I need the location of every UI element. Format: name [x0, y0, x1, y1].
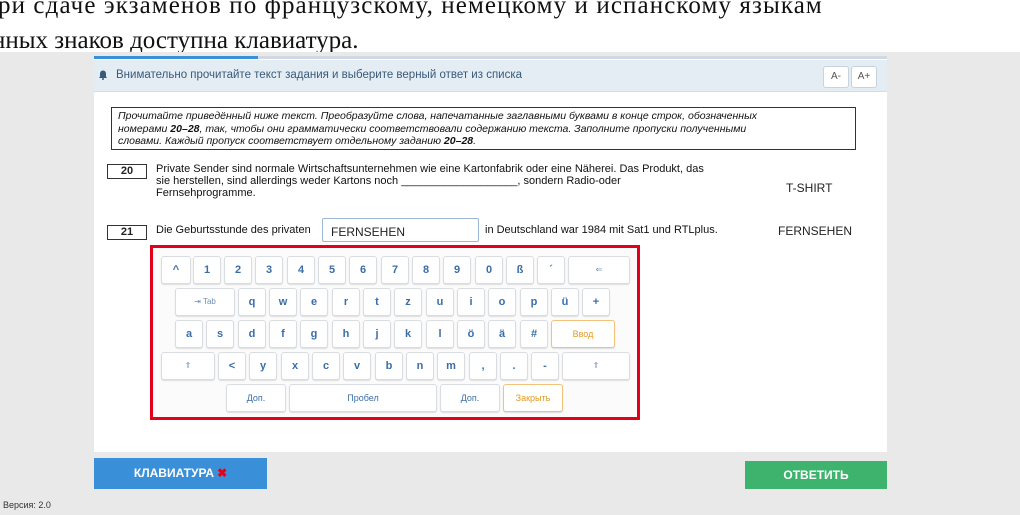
extra-right-key[interactable]: Доп.	[440, 384, 500, 412]
key-8[interactable]: 8	[412, 256, 440, 284]
key-a-umlaut[interactable]: ä	[488, 320, 516, 348]
key-e[interactable]: e	[300, 288, 328, 316]
key-caret[interactable]: ^	[161, 256, 191, 284]
tab-key[interactable]: ⇥ Tab	[175, 288, 235, 316]
bell-icon	[99, 70, 107, 80]
instruction-bar: Внимательно прочитайте текст задания и в…	[94, 60, 887, 92]
progress-line	[94, 56, 887, 59]
question-21-source-word: FERNSEHEN	[778, 224, 853, 238]
key-p[interactable]: p	[520, 288, 548, 316]
key-z[interactable]: z	[394, 288, 422, 316]
key-t[interactable]: t	[363, 288, 391, 316]
key-v[interactable]: v	[343, 352, 371, 380]
key-minus[interactable]: -	[531, 352, 559, 380]
key-x[interactable]: x	[281, 352, 309, 380]
backspace-key[interactable]: ⇐	[568, 256, 630, 284]
key-m[interactable]: m	[437, 352, 465, 380]
instruction-text: Внимательно прочитайте текст задания и в…	[116, 69, 523, 81]
key-h[interactable]: h	[332, 320, 360, 348]
key-s[interactable]: s	[206, 320, 234, 348]
key-g[interactable]: g	[300, 320, 328, 348]
key-plus[interactable]: +	[582, 288, 610, 316]
key-hash[interactable]: #	[520, 320, 548, 348]
key-o-umlaut[interactable]: ö	[457, 320, 485, 348]
key-less-than[interactable]: <	[218, 352, 246, 380]
extra-left-key[interactable]: Доп.	[226, 384, 286, 412]
key-d[interactable]: d	[238, 320, 266, 348]
key-r[interactable]: r	[332, 288, 360, 316]
question-number-21: 21	[107, 225, 147, 240]
key-u-umlaut[interactable]: ü	[551, 288, 579, 316]
virtual-keyboard: ^ 1 2 3 4 5 6 7 8 9 0 ß ´ ⇐ ⇥ Tab q w e …	[150, 245, 640, 420]
shift-right-key[interactable]: ⇑	[562, 352, 630, 380]
question-21-text-before: Die Geburtsstunde des privaten	[156, 224, 311, 236]
keyboard-toggle-button[interactable]: КЛАВИАТУРА ✖	[94, 458, 267, 489]
key-j[interactable]: j	[363, 320, 391, 348]
question-20-source-word: T-SHIRT	[786, 181, 833, 195]
key-a[interactable]: a	[175, 320, 203, 348]
key-l[interactable]: l	[426, 320, 454, 348]
question-number-20: 20	[107, 164, 147, 179]
key-acute[interactable]: ´	[537, 256, 565, 284]
answer-input-21[interactable]: FERNSEHEN	[322, 218, 479, 242]
close-icon: ✖	[217, 466, 228, 480]
key-3[interactable]: 3	[255, 256, 283, 284]
key-period[interactable]: .	[500, 352, 528, 380]
task-description: Прочитайте приведённый ниже текст. Преоб…	[111, 107, 856, 150]
key-5[interactable]: 5	[318, 256, 346, 284]
font-increase-button[interactable]: A+	[851, 66, 877, 88]
question-21-text-after: in Deutschland war 1984 mit Sat1 und RTL…	[485, 224, 718, 236]
key-4[interactable]: 4	[287, 256, 315, 284]
key-6[interactable]: 6	[349, 256, 377, 284]
font-decrease-button[interactable]: A-	[823, 66, 849, 88]
key-2[interactable]: 2	[224, 256, 252, 284]
document-text-line-1: ри сдаче экзаменов по французскому, неме…	[0, 0, 823, 19]
key-k[interactable]: k	[394, 320, 422, 348]
key-y[interactable]: y	[249, 352, 277, 380]
task-line-3: словами. Каждый пропуск соответствует от…	[118, 135, 477, 147]
key-q[interactable]: q	[238, 288, 266, 316]
key-f[interactable]: f	[269, 320, 297, 348]
shift-left-key[interactable]: ⇑	[161, 352, 215, 380]
key-b[interactable]: b	[375, 352, 403, 380]
key-o[interactable]: o	[488, 288, 516, 316]
key-i[interactable]: i	[457, 288, 485, 316]
task-line-1: Прочитайте приведённый ниже текст. Преоб…	[118, 110, 758, 122]
answer-button[interactable]: ОТВЕТИТЬ	[745, 461, 887, 489]
enter-key[interactable]: Ввод	[551, 320, 615, 348]
key-c[interactable]: c	[312, 352, 340, 380]
key-comma[interactable]: ,	[469, 352, 497, 380]
key-1[interactable]: 1	[193, 256, 221, 284]
key-u[interactable]: u	[426, 288, 454, 316]
document-text-line-2: нных знаков доступна клавиатура.	[0, 27, 359, 54]
version-label: Версия: 2.0	[3, 500, 51, 510]
key-w[interactable]: w	[269, 288, 297, 316]
key-n[interactable]: n	[406, 352, 434, 380]
task-line-2: номерами 20–28, так, чтобы они грамматич…	[118, 122, 747, 135]
question-20-text: Private Sender sind normale Wirtschaftsu…	[156, 163, 704, 199]
key-eszett[interactable]: ß	[506, 256, 534, 284]
key-9[interactable]: 9	[443, 256, 471, 284]
keyboard-toggle-label: КЛАВИАТУРА	[133, 466, 215, 480]
key-7[interactable]: 7	[381, 256, 409, 284]
close-keyboard-key[interactable]: Закрыть	[503, 384, 563, 412]
space-key[interactable]: Пробел	[289, 384, 437, 412]
key-0[interactable]: 0	[475, 256, 503, 284]
